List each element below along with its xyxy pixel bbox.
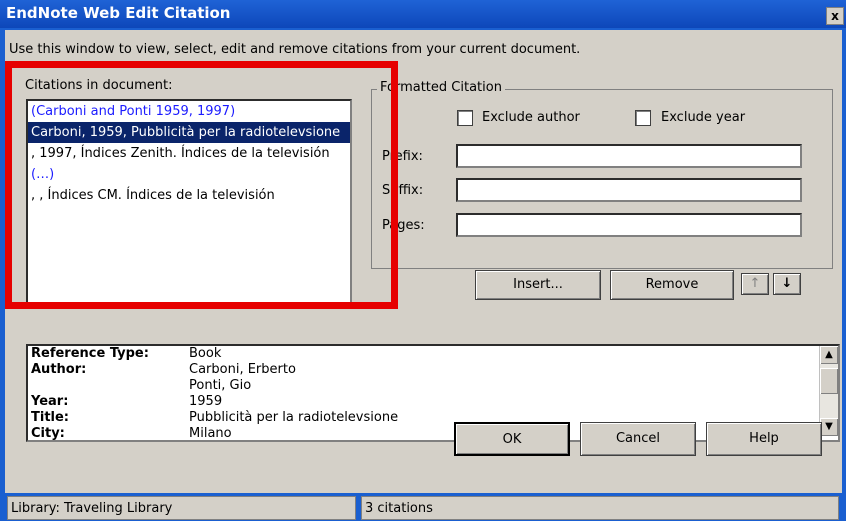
reference-key — [28, 378, 189, 394]
ok-button-label[interactable]: OK — [503, 432, 522, 447]
reference-key: Year: — [31, 394, 69, 409]
insert-button[interactable]: Insert... — [475, 270, 601, 300]
scroll-up-icon: ▲ — [825, 349, 833, 360]
ok-button[interactable]: OK — [454, 422, 570, 456]
reference-key: Reference Type: — [31, 346, 149, 361]
status-library: Library: Traveling Library — [7, 496, 356, 520]
reference-row: Year: 1959 — [28, 394, 838, 410]
reference-row: Reference Type: Book — [28, 346, 838, 362]
help-button[interactable]: Help — [706, 422, 822, 456]
reference-value: Pubblicità per la radiotelevsione — [189, 410, 399, 425]
reference-value: Carboni, Erberto — [189, 362, 296, 377]
reference-value: Milano — [189, 426, 232, 441]
reference-key: City: — [31, 426, 65, 441]
scroll-down-icon: ▼ — [825, 421, 833, 432]
scroll-thumb[interactable] — [820, 368, 838, 394]
reference-value: Book — [189, 346, 222, 361]
help-button-label[interactable]: Help — [749, 431, 779, 446]
remove-button[interactable]: Remove — [610, 270, 734, 300]
arrow-down-icon: ↓ — [781, 276, 793, 291]
reference-value: 1959 — [189, 394, 223, 409]
cancel-button-label[interactable]: Cancel — [616, 431, 660, 446]
reference-row: Ponti, Gio — [28, 378, 838, 394]
reference-value: Ponti, Gio — [189, 378, 252, 393]
title-bar[interactable]: EndNote Web Edit Citation x — [0, 0, 846, 28]
exclude-year-label[interactable]: Exclude year — [661, 110, 745, 125]
dialog-window: EndNote Web Edit Citation x Use this win… — [0, 0, 846, 520]
reference-key: Author: — [31, 362, 87, 377]
move-down-button[interactable]: ↓ — [773, 273, 801, 295]
scroll-down-button[interactable]: ▼ — [820, 418, 838, 436]
instructions-text: Use this window to view, select, edit an… — [9, 42, 581, 57]
move-up-button[interactable]: ↑ — [741, 273, 769, 295]
arrow-up-icon: ↑ — [749, 276, 761, 291]
reference-key: Title: — [31, 410, 70, 425]
exclude-author-label[interactable]: Exclude author — [482, 110, 580, 125]
pages-input[interactable] — [456, 213, 802, 237]
reference-row: Author: Carboni, Erberto — [28, 362, 838, 378]
prefix-input[interactable] — [456, 144, 802, 168]
close-icon[interactable]: x — [831, 9, 839, 23]
close-button[interactable]: x — [826, 7, 844, 25]
cancel-button[interactable]: Cancel — [580, 422, 696, 456]
insert-button-label[interactable]: Insert... — [513, 277, 563, 292]
status-citation-count: 3 citations — [361, 496, 839, 520]
remove-button-label[interactable]: Remove — [646, 277, 699, 292]
scroll-up-button[interactable]: ▲ — [820, 346, 838, 364]
window-title: EndNote Web Edit Citation — [6, 4, 231, 22]
suffix-input[interactable] — [456, 178, 802, 202]
red-annotation-box — [5, 61, 398, 309]
exclude-author-checkbox[interactable] — [457, 110, 473, 126]
exclude-year-checkbox[interactable] — [635, 110, 651, 126]
